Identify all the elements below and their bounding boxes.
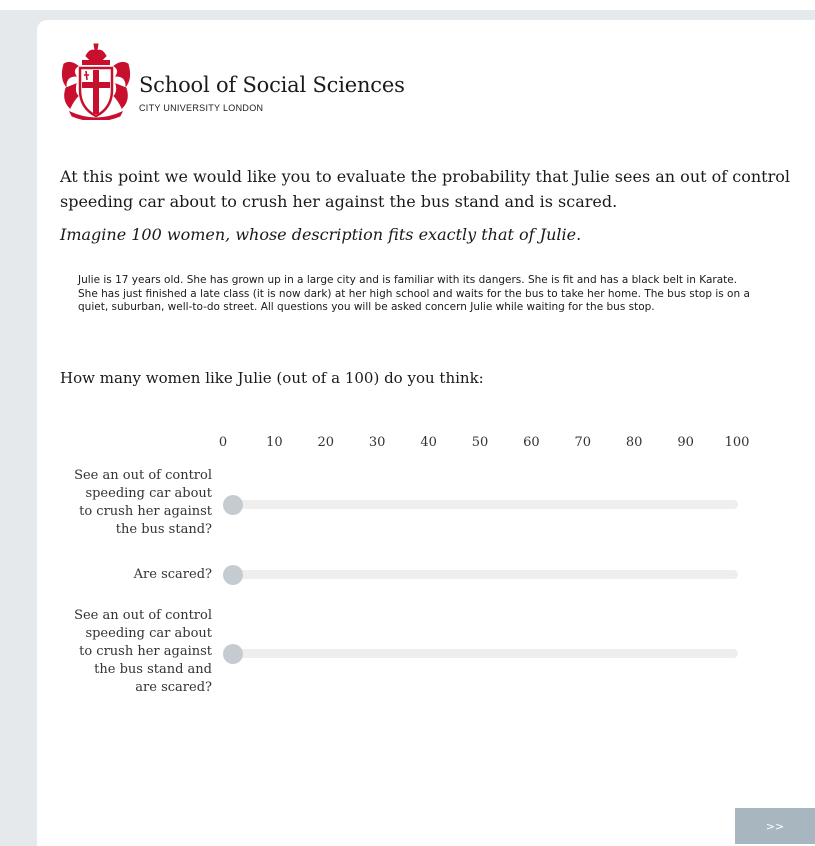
statement-line: See an out of control — [74, 608, 212, 623]
scale-label: 90 — [677, 435, 694, 450]
julie-description: Julie is 17 years old. She has grown up … — [78, 274, 750, 313]
scale-label: 40 — [420, 435, 437, 450]
statement-car: See an out of control speeding car about t… — [40, 467, 212, 539]
question-instruction: Imagine 100 women, whose description fit… — [60, 225, 582, 244]
statement-line: the bus stand? — [115, 522, 212, 537]
next-button[interactable]: >> — [735, 808, 815, 844]
statement-line: Are scared? — [133, 567, 212, 582]
statement-line: See an out of control — [74, 468, 212, 483]
scale-label: 50 — [471, 435, 489, 450]
scale-label: 80 — [625, 435, 643, 450]
statement-line: to crush her against — [79, 644, 212, 659]
city-university-crest-icon — [61, 43, 131, 120]
slider-track-scared[interactable] — [223, 564, 738, 585]
slider-handle-car[interactable] — [223, 494, 243, 515]
statement-line: speeding car about — [85, 626, 212, 641]
question-text: At this point we would like you to evalu… — [60, 167, 790, 211]
statement-line: speeding car about — [85, 486, 212, 501]
top-strip — [0, 0, 815, 10]
statement-line: are scared? — [135, 680, 212, 695]
statement-line: the bus stand and — [94, 662, 212, 677]
scale-label: 20 — [317, 435, 335, 450]
school-name: School of Social Sciences — [139, 73, 405, 97]
scale-label: 10 — [266, 435, 283, 450]
scale-label: 60 — [523, 435, 540, 450]
slider-track-car-and-scared[interactable] — [223, 643, 738, 664]
slider-handle-car-and-scared[interactable] — [223, 643, 243, 664]
survey-page — [37, 20, 815, 846]
statement-scared: Are scared? — [40, 566, 212, 584]
scale-label: 0 — [218, 435, 228, 450]
slider-prompt: How many women like Julie (out of a 100)… — [60, 369, 484, 387]
statement-car-and-scared: See an out of control speeding car about t… — [40, 607, 212, 697]
slider-handle-scared[interactable] — [223, 564, 243, 585]
statement-line: to crush her against — [79, 504, 212, 519]
scale-label: 100 — [724, 435, 750, 450]
scale-label: 30 — [368, 435, 386, 450]
slider-track-car[interactable] — [223, 494, 738, 515]
university-name: CITY UNIVERSITY LONDON — [139, 103, 264, 113]
scale-labels: 0 10 20 30 40 50 60 70 80 90 100 — [0, 435, 815, 455]
scale-label: 70 — [574, 435, 592, 450]
